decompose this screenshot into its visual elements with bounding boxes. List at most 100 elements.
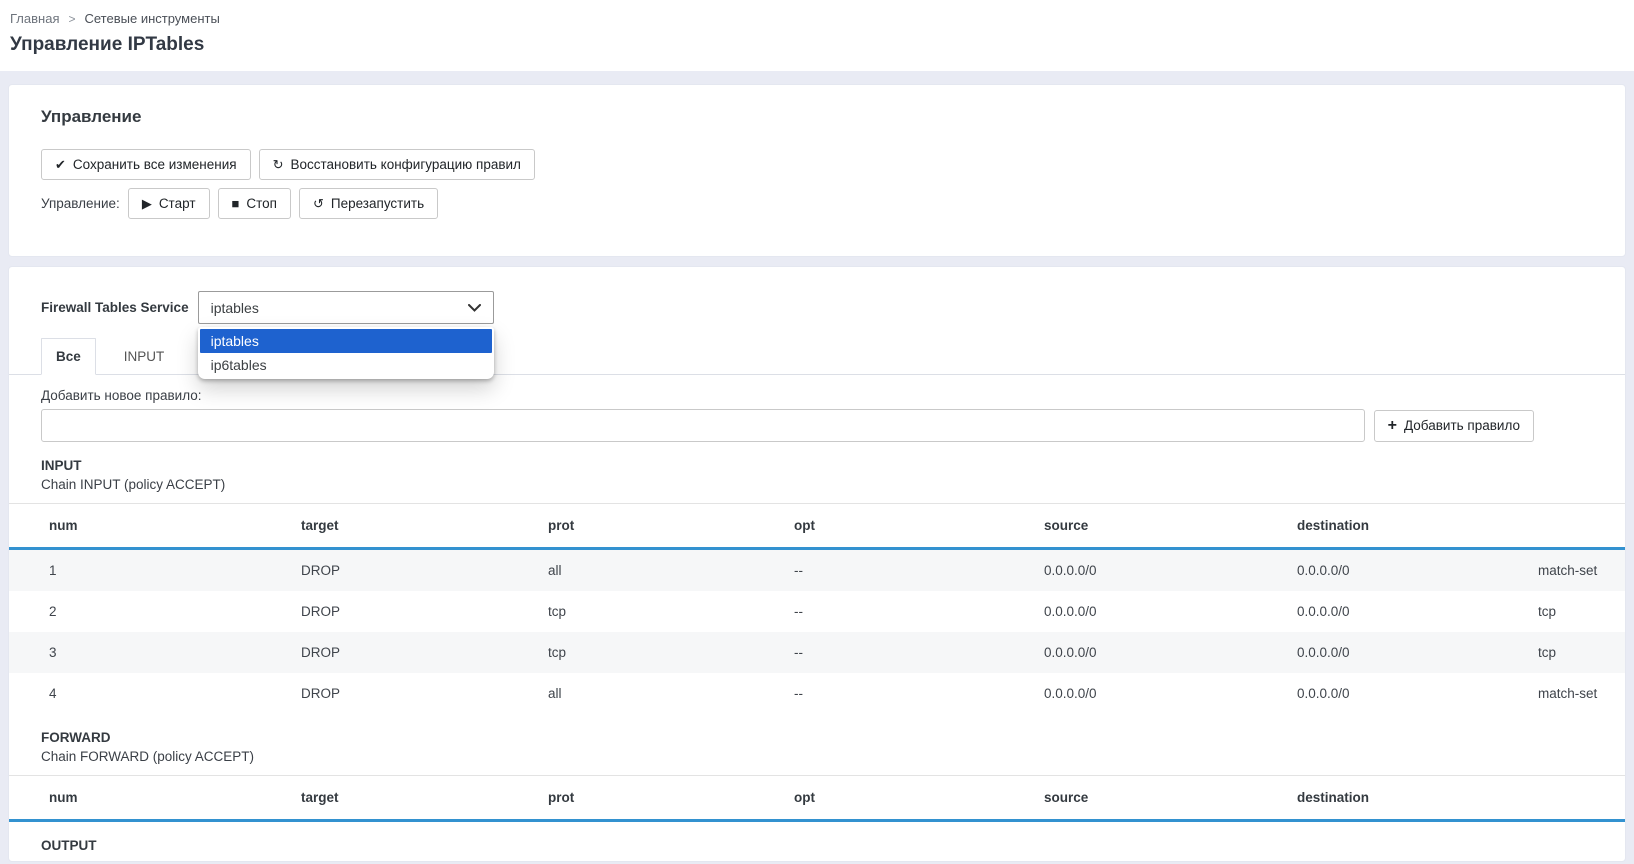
table-cell: 0.0.0.0/0 xyxy=(1297,644,1350,660)
firewall-service-label: Firewall Tables Service xyxy=(41,300,189,315)
chain-forward: FORWARD Chain FORWARD (policy ACCEPT) num t… xyxy=(9,729,1625,822)
dropdown-option-ip6tables[interactable]: ip6tables xyxy=(200,353,492,377)
table-cell: all xyxy=(548,562,562,578)
chain-title: OUTPUT xyxy=(41,837,97,853)
chain-input: INPUT Chain INPUT (policy ACCEPT) num targe… xyxy=(9,458,1625,714)
chain-table-forward: num target prot opt source destination xyxy=(9,774,1625,822)
chain-title: INPUT xyxy=(41,458,82,473)
management-title: Управление xyxy=(41,107,142,126)
stop-label: Стоп xyxy=(246,196,277,211)
table-cell: 0.0.0.0/0 xyxy=(1297,603,1350,619)
table-row: 4 DROP all -- 0.0.0.0/0 0.0.0.0/0 match-set xyxy=(9,673,1625,714)
table-cell: 1 xyxy=(49,562,57,578)
column-header: prot xyxy=(540,775,786,822)
stop-button[interactable]: ■ Стоп xyxy=(217,188,291,219)
chain-output: OUTPUT xyxy=(41,838,1593,855)
firewall-service-dropdown: iptables ip6tables xyxy=(197,327,494,379)
save-all-button[interactable]: ✔ Сохранить все изменения xyxy=(41,149,251,180)
restore-config-button[interactable]: ↻ Восстановить конфигурацию правил xyxy=(258,149,535,180)
add-rule-row: + Добавить правило xyxy=(41,409,1534,442)
management-panel: Управление ✔ Сохранить все изменения ↻ В… xyxy=(8,84,1626,257)
refresh-icon: ↻ xyxy=(272,157,284,172)
table-cell: -- xyxy=(794,685,803,701)
table-cell: 0.0.0.0/0 xyxy=(1044,644,1097,660)
table-cell: 3 xyxy=(49,644,57,660)
breadcrumb-home[interactable]: Главная xyxy=(10,11,59,26)
chain-table-wrap: num target prot opt source destination 1 DROP al… xyxy=(9,502,1625,714)
table-header-row: num target prot opt source destination xyxy=(9,503,1625,550)
table-cell: match-set xyxy=(1538,685,1598,701)
new-rule-input[interactable] xyxy=(41,409,1365,442)
table-cell: DROP xyxy=(301,562,341,578)
table-header-row: num target prot opt source destination xyxy=(9,775,1625,822)
column-header: source xyxy=(1036,775,1289,822)
breadcrumb-separator-icon: > xyxy=(68,11,76,26)
column-header: opt xyxy=(786,775,1036,822)
table-cell: 2 xyxy=(49,603,57,619)
table-cell: tcp xyxy=(548,644,567,660)
table-cell: tcp xyxy=(1538,644,1557,660)
firewall-service-select[interactable]: iptables xyxy=(197,291,494,324)
table-cell: all xyxy=(548,685,562,701)
table-cell: -- xyxy=(794,562,803,578)
chains: INPUT Chain INPUT (policy ACCEPT) num targe… xyxy=(9,458,1625,855)
breadcrumb: Главная > Сетевые инструменты xyxy=(10,11,1624,26)
column-header: destination xyxy=(1289,775,1530,822)
table-cell: DROP xyxy=(301,603,341,619)
table-cell: DROP xyxy=(301,644,341,660)
chain-title: FORWARD xyxy=(41,729,111,745)
table-cell: 0.0.0.0/0 xyxy=(1044,685,1097,701)
chain-subtitle: Chain FORWARD (policy ACCEPT) xyxy=(41,748,255,764)
restart-icon: ↺ xyxy=(312,196,324,211)
column-header: num xyxy=(9,503,293,550)
table-cell: match-set xyxy=(1538,562,1598,578)
firewall-service-select-wrap: iptables iptables ip6tables xyxy=(197,291,494,379)
restart-button[interactable]: ↺ Перезапустить xyxy=(298,188,439,219)
column-header: target xyxy=(293,503,540,550)
table-cell: 0.0.0.0/0 xyxy=(1044,603,1097,619)
column-header: destination xyxy=(1289,503,1530,550)
column-header xyxy=(1530,503,1625,550)
table-cell: -- xyxy=(794,644,803,660)
start-button[interactable]: ▶ Старт xyxy=(127,188,210,219)
stop-icon: ■ xyxy=(231,196,240,211)
save-all-label: Сохранить все изменения xyxy=(72,157,237,172)
page-title: Управление IPTables xyxy=(10,34,205,55)
table-row: 2 DROP tcp -- 0.0.0.0/0 0.0.0.0/0 tcp xyxy=(9,591,1625,632)
management-actions: ✔ Сохранить все изменения ↻ Восстановить… xyxy=(41,149,1593,180)
firewall-service-row: Firewall Tables Service iptables iptable… xyxy=(41,291,1593,379)
column-header xyxy=(1530,775,1625,822)
chain-table-wrap: num target prot opt source destination xyxy=(9,774,1625,822)
start-label: Старт xyxy=(158,196,196,211)
restart-label: Перезапустить xyxy=(330,196,425,211)
firewall-service-value: iptables xyxy=(210,299,259,316)
table-row: 3 DROP tcp -- 0.0.0.0/0 0.0.0.0/0 tcp xyxy=(9,631,1625,673)
control-label: Управление: xyxy=(41,196,120,211)
column-header: source xyxy=(1036,503,1289,550)
page-header: Главная > Сетевые инструменты Управление… xyxy=(0,0,1634,71)
table-row: 1 DROP all -- 0.0.0.0/0 0.0.0.0/0 match-set xyxy=(9,548,1625,591)
chain-table-input: num target prot opt source destination 1 DROP al… xyxy=(9,502,1625,714)
service-controls: Управление: ▶ Старт ■ Стоп ↺ Перезапусти… xyxy=(41,188,1593,219)
chain-subtitle: Chain INPUT (policy ACCEPT) xyxy=(41,476,226,492)
tab-all[interactable]: Все xyxy=(41,338,96,375)
table-cell: -- xyxy=(794,603,803,619)
column-header: prot xyxy=(540,503,786,550)
add-rule-label: Добавить новое правило: xyxy=(41,388,202,403)
table-cell: 0.0.0.0/0 xyxy=(1044,562,1097,578)
table-cell: 0.0.0.0/0 xyxy=(1297,562,1350,578)
add-rule-button[interactable]: + Добавить правило xyxy=(1373,409,1534,442)
table-cell: DROP xyxy=(301,685,341,701)
plus-icon: + xyxy=(1387,416,1397,434)
breadcrumb-section[interactable]: Сетевые инструменты xyxy=(85,11,220,26)
column-header: opt xyxy=(786,503,1036,550)
column-header: num xyxy=(9,775,293,822)
tab-input[interactable]: INPUT xyxy=(110,339,179,374)
table-cell: 4 xyxy=(49,685,57,701)
chevron-down-icon xyxy=(467,303,481,312)
restore-config-label: Восстановить конфигурацию правил xyxy=(290,157,521,172)
dropdown-option-iptables[interactable]: iptables xyxy=(199,329,492,353)
play-icon: ▶ xyxy=(141,196,152,211)
column-header: target xyxy=(293,775,540,822)
table-cell: tcp xyxy=(548,603,567,619)
